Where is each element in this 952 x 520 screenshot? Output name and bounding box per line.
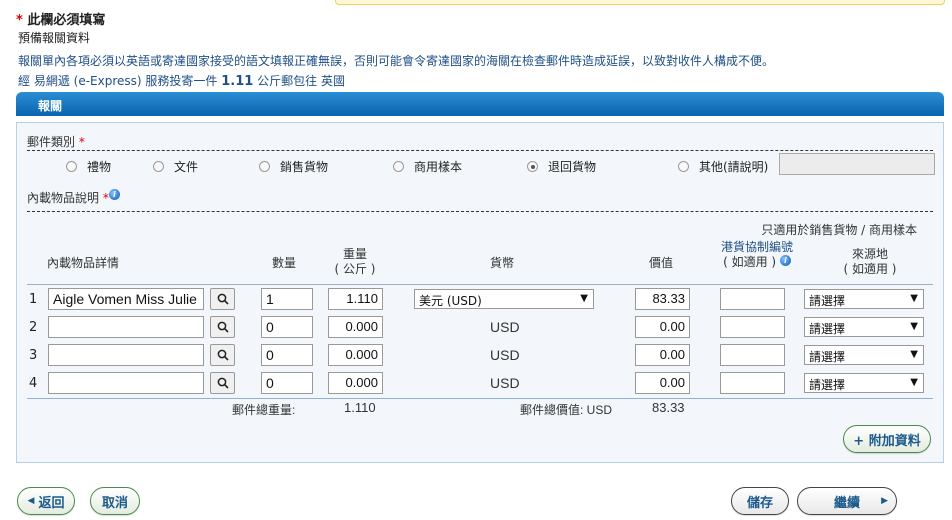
- chevron-right-icon: ▶: [881, 496, 888, 506]
- search-icon: [217, 321, 229, 333]
- dropdown-arrow-icon: ▼: [580, 293, 588, 304]
- cancel-button[interactable]: 取消: [90, 487, 140, 515]
- radio-other[interactable]: 其他(請說明): [678, 158, 768, 175]
- row-number: 3: [29, 348, 38, 363]
- currency-text: USD: [490, 375, 520, 391]
- hs-code-input[interactable]: [720, 344, 785, 366]
- quantity-input[interactable]: 0: [261, 344, 313, 366]
- item-details-input[interactable]: [48, 372, 204, 394]
- search-button[interactable]: [210, 344, 235, 366]
- currency-select[interactable]: 美元 (USD) ▼: [414, 289, 594, 309]
- section-header-customs: 報關: [16, 92, 944, 116]
- contents-label: 內載物品說明 * i: [27, 189, 120, 206]
- hs-code-input[interactable]: [720, 288, 785, 310]
- info-icon[interactable]: i: [108, 189, 120, 200]
- search-icon: [217, 293, 229, 305]
- radio-document[interactable]: 文件: [153, 158, 198, 175]
- radio-gift[interactable]: 禮物: [66, 158, 111, 175]
- radio-button[interactable]: [393, 161, 404, 172]
- other-description-input[interactable]: [779, 153, 935, 175]
- divider: [27, 150, 933, 151]
- radio-button-selected[interactable]: [527, 161, 538, 172]
- add-info-button[interactable]: + 附加資料: [843, 425, 931, 453]
- search-button[interactable]: [210, 288, 235, 310]
- table-top-border: [27, 284, 933, 285]
- hs-code-link[interactable]: 港貨協制編號: [707, 240, 807, 255]
- value-input[interactable]: 0.00: [635, 344, 690, 366]
- value-input[interactable]: 0.00: [635, 372, 690, 394]
- header-hs-code: 港貨協制編號 ( 如適用 ) i: [707, 240, 807, 270]
- item-details-input[interactable]: [48, 316, 204, 338]
- hs-code-input[interactable]: [720, 316, 785, 338]
- required-field-note: * 此欄必須填寫: [16, 13, 106, 28]
- search-icon: [217, 377, 229, 389]
- customs-notice: 報關單內各項必須以英語或寄達國家接受的語文填報正確無誤，否則可能會令寄達國家的海…: [18, 54, 775, 68]
- hs-code-input[interactable]: [720, 372, 785, 394]
- radio-button[interactable]: [678, 161, 689, 172]
- origin-select[interactable]: 請選擇 ▼: [804, 345, 924, 365]
- customs-panel: 郵件類別 * 禮物 文件 銷售貨物 商用樣本 退回貨物 其他(請說明) 內載物品…: [16, 122, 944, 463]
- back-button[interactable]: ◀ 返回: [17, 487, 75, 515]
- category-label: 郵件類別 *: [27, 135, 85, 149]
- header-details: 內載物品詳情: [47, 256, 120, 270]
- row-number: 4: [29, 376, 38, 391]
- total-weight-value: 1.110: [344, 400, 376, 415]
- dropdown-arrow-icon: ▼: [910, 293, 918, 304]
- table-bottom-border: [27, 398, 933, 399]
- weight-input[interactable]: 0.000: [328, 316, 383, 338]
- search-button[interactable]: [210, 372, 235, 394]
- value-input[interactable]: 0.00: [635, 316, 690, 338]
- sales-only-note: 只適用於銷售貨物 / 商用樣本: [761, 223, 917, 237]
- required-star: *: [16, 13, 23, 28]
- row-number: 2: [29, 320, 38, 335]
- radio-button[interactable]: [259, 161, 270, 172]
- dropdown-arrow-icon: ▼: [910, 321, 918, 332]
- item-details-input[interactable]: Aigle Vomen Miss Julie: [48, 288, 204, 310]
- origin-select[interactable]: 請選擇 ▼: [804, 289, 924, 309]
- quantity-input[interactable]: 0: [261, 372, 313, 394]
- row-number: 1: [29, 292, 38, 307]
- header-origin: 來源地 ( 如適用 ): [843, 247, 897, 276]
- origin-select[interactable]: 請選擇 ▼: [804, 373, 924, 393]
- header-value: 價值: [649, 256, 674, 270]
- chevron-left-icon: ◀: [27, 496, 35, 506]
- header-quantity: 數量: [272, 256, 297, 270]
- header-currency: 貨幣: [490, 256, 515, 270]
- radio-button[interactable]: [66, 161, 77, 172]
- weight-input[interactable]: 1.110: [328, 288, 383, 310]
- continue-button[interactable]: 繼續 ▶: [797, 487, 897, 515]
- header-weight: 重量 ( 公斤 ): [334, 247, 376, 276]
- item-details-input[interactable]: [48, 344, 204, 366]
- save-button[interactable]: 儲存: [731, 487, 789, 515]
- origin-select[interactable]: 請選擇 ▼: [804, 317, 924, 337]
- weight-input[interactable]: 0.000: [328, 344, 383, 366]
- total-value-label: 郵件總價值: USD: [520, 403, 613, 417]
- radio-button[interactable]: [153, 161, 164, 172]
- quantity-input[interactable]: 0: [261, 316, 313, 338]
- radio-merchandise[interactable]: 銷售貨物: [259, 158, 328, 175]
- divider: [27, 211, 933, 212]
- prep-title: 預備報關資料: [18, 31, 91, 45]
- top-notification-strip: [335, 0, 945, 5]
- dropdown-arrow-icon: ▼: [910, 349, 918, 360]
- search-button[interactable]: [210, 316, 235, 338]
- total-weight-label: 郵件總重量:: [232, 403, 296, 417]
- value-input[interactable]: 83.33: [635, 288, 690, 310]
- quantity-input[interactable]: 1: [261, 288, 313, 310]
- currency-text: USD: [490, 319, 520, 335]
- dropdown-arrow-icon: ▼: [910, 377, 918, 388]
- total-value-value: 83.33: [652, 400, 685, 415]
- search-icon: [217, 349, 229, 361]
- weight-input[interactable]: 0.000: [328, 372, 383, 394]
- service-summary: 經 易網遞 (e-Express) 服務投寄一件 1.11 公斤郵包往 英國: [18, 74, 345, 89]
- radio-returned-goods[interactable]: 退回貨物: [527, 158, 596, 175]
- currency-text: USD: [490, 347, 520, 363]
- radio-commercial-sample[interactable]: 商用樣本: [393, 158, 462, 175]
- info-icon[interactable]: i: [779, 255, 791, 266]
